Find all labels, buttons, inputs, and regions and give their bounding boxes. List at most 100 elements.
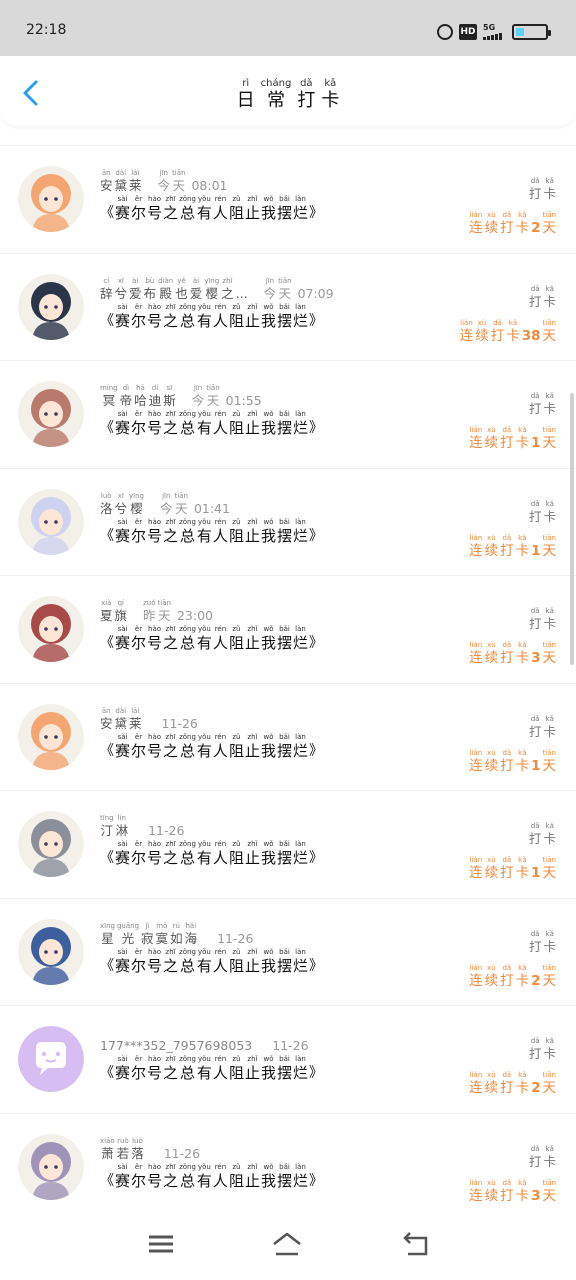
- name-char: dì 帝: [120, 383, 133, 409]
- user-name[interactable]: ān 安 dài 黛 lái 莱: [100, 168, 142, 194]
- streak-char: xù 续: [485, 963, 499, 989]
- pinyin: hào: [148, 302, 162, 311]
- name-char: rú 如: [170, 921, 183, 947]
- message-char: zhǐ 止: [245, 517, 260, 545]
- network-label: 5G: [483, 23, 496, 32]
- hanzi: 摆: [276, 634, 292, 652]
- user-name[interactable]: cí 辞 xī 兮 ài 爱 bù 布 diàn 殿 yě 也 ài 爱 yīng 樱 zhī 之...: [100, 276, 248, 302]
- name-char: hǎi 海: [185, 921, 198, 947]
- hanzi: 黛: [114, 715, 128, 731]
- hanzi: 天: [542, 1187, 557, 1204]
- home-button[interactable]: [271, 1230, 303, 1258]
- user-name[interactable]: xià 夏 qí 旗: [100, 598, 127, 624]
- hanzi: 卡: [543, 1153, 556, 1169]
- hanzi: 我: [260, 204, 276, 222]
- checkin-status: dǎ 打 kǎ 卡 lián 连 xù 续 dǎ 打 kǎ 卡 1 tiān 天: [469, 714, 556, 774]
- hanzi: 号: [147, 741, 163, 760]
- pinyin: xiāo: [100, 1136, 115, 1145]
- open-bracket: 《: [100, 527, 114, 544]
- streak-days: 2: [531, 1080, 541, 1096]
- message-char: làn 烂: [293, 1162, 308, 1190]
- hanzi: 也: [175, 285, 188, 301]
- user-name[interactable]: xiāo 萧 ruò 若 luò 落: [100, 1136, 144, 1162]
- checkin-message: 《 sài 赛 ěr 尔 hào 号 zhī 之 zǒng 总 yǒu 有 rén 人 zǔ 阻 zhǐ 止 wǒ 我 b…: [100, 947, 323, 975]
- hanzi: 烂: [293, 311, 309, 330]
- message-char: làn 烂: [293, 302, 308, 330]
- avatar[interactable]: [18, 166, 84, 232]
- hanzi: 尔: [131, 956, 147, 975]
- user-name[interactable]: míng 冥 dì 帝 hā 哈 dí 迪 sī 斯: [100, 383, 176, 409]
- list-item[interactable]: ān 安 dài 黛 lái 莱 jīn 今 tiān 天 08:01 《 sài 赛 ěr 尔 hào 号 zh…: [0, 145, 576, 253]
- pinyin: sài: [117, 1162, 128, 1171]
- list-item[interactable]: ān 安 dài 黛 lái 莱 11-26 《 sài 赛 ěr 尔 hào 号 zhī 之 zǒng 总 yǒ…: [0, 682, 576, 791]
- message-char: ěr 尔: [131, 302, 146, 330]
- scrollbar[interactable]: [570, 393, 574, 665]
- avatar[interactable]: [18, 918, 84, 985]
- user-name[interactable]: luò 洛 xī 兮 yīng 樱: [100, 491, 144, 517]
- pinyin: zhǐ: [247, 195, 258, 203]
- hanzi: 续: [484, 1187, 499, 1204]
- hanzi: 总: [179, 311, 195, 330]
- hanzi: 人: [212, 956, 228, 975]
- message-char: sài 赛: [115, 624, 130, 652]
- pinyin: zhǐ: [247, 625, 258, 633]
- pinyin: zhī: [222, 276, 233, 285]
- list-item[interactable]: 177***352_7957698053 11-26 《 sài 赛 ěr 尔 hào 号 zh…: [0, 1005, 576, 1113]
- user-name[interactable]: 177***352_7957698053: [100, 1038, 252, 1054]
- pinyin: mò: [156, 921, 168, 930]
- pinyin: rú: [172, 921, 180, 930]
- list-item[interactable]: xiāo 萧 ruò 若 luò 落 11-26 《 sài 赛 ěr 尔 hào 号 zhī 之 zǒng 总…: [0, 1112, 576, 1221]
- hanzi: 天: [206, 393, 220, 408]
- hanzi: 天: [542, 757, 557, 774]
- name-char: lái 莱: [129, 706, 142, 732]
- pinyin: zǔ: [232, 302, 241, 311]
- message-char: sài 赛: [115, 517, 130, 545]
- message-char: rén 人: [213, 1162, 228, 1190]
- hanzi: 赛: [115, 849, 131, 867]
- hanzi: 摆: [276, 204, 292, 222]
- list-item[interactable]: luò 洛 xī 兮 yīng 樱 jīn 今 tiān 天 01:41 《 sài 赛 ěr 尔 hào 号 z…: [0, 467, 576, 576]
- hanzi: 哈: [134, 393, 147, 408]
- message-char: wǒ 我: [261, 517, 276, 545]
- list-item[interactable]: xīng 星 guāng 光 jì 寂 mò 寞 rú 如 hǎi 海 11-26 《 sài 赛 ěr 尔 hà…: [0, 897, 576, 1006]
- pinyin: zǔ: [232, 410, 241, 418]
- menu-button[interactable]: [145, 1230, 177, 1258]
- message-char: zǔ 阻: [229, 1054, 244, 1082]
- avatar[interactable]: [18, 1026, 84, 1092]
- avatar[interactable]: [18, 273, 84, 340]
- avatar[interactable]: [18, 703, 84, 770]
- checkin-time: 11-26: [158, 706, 198, 732]
- name-line: xīng 星 guāng 光 jì 寂 mò 寞 rú 如 hǎi 海 11-26: [100, 919, 323, 947]
- pinyin: ěr: [134, 302, 143, 311]
- user-name[interactable]: tīng 汀 lín 淋: [100, 813, 128, 839]
- streak-char: tiān 天: [543, 748, 557, 774]
- message-char: sài 赛: [115, 302, 130, 330]
- pinyin: hào: [148, 517, 162, 526]
- avatar[interactable]: [18, 596, 84, 662]
- list-item[interactable]: tīng 汀 lín 淋 11-26 《 sài 赛 ěr 尔 hào 号 zhī 之 zǒng 总 yǒu 有…: [0, 790, 576, 898]
- list-item[interactable]: míng 冥 dì 帝 hā 哈 dí 迪 sī 斯 jīn 今 tiān 天 01:55 《 sài 赛 ěr 尔…: [0, 360, 576, 468]
- user-name[interactable]: xīng 星 guāng 光 jì 寂 mò 寞 rú 如 hǎi 海: [100, 921, 197, 947]
- user-name[interactable]: ān 安 dài 黛 lái 莱: [100, 706, 142, 732]
- pinyin: luò: [132, 1136, 143, 1145]
- list-item[interactable]: cí 辞 xī 兮 ài 爱 bù 布 diàn 殿 yě 也 ài 爱 yīng 樱 zhī 之... jīn 今 t…: [0, 252, 576, 361]
- pinyin: kǎ: [518, 963, 527, 972]
- hanzi: 阻: [228, 204, 244, 222]
- message-char: hào 号: [147, 732, 162, 760]
- avatar[interactable]: [18, 488, 84, 555]
- open-bracket: 《: [100, 205, 114, 221]
- checkin-status: dǎ 打 kǎ 卡 lián 连 xù 续 dǎ 打 kǎ 卡 3 tiān 天: [469, 606, 556, 666]
- streak-char: tiān 天: [543, 640, 557, 666]
- avatar[interactable]: [18, 1133, 84, 1200]
- pinyin: wǒ: [263, 517, 274, 526]
- daka-char: dǎ 打: [529, 606, 542, 632]
- avatar[interactable]: [18, 381, 84, 447]
- open-bracket: 《: [100, 850, 114, 866]
- hanzi: 帝: [119, 393, 133, 408]
- hanzi: 卡: [515, 435, 530, 451]
- list-item[interactable]: xià 夏 qí 旗 zuó 昨 tiān 天 23:00 《 sài 赛 ěr 尔 hào 号 zhī 之 zǒ…: [0, 575, 576, 683]
- name-line: ān 安 dài 黛 lái 莱 11-26: [100, 704, 323, 732]
- back-nav-button[interactable]: [400, 1230, 432, 1258]
- avatar[interactable]: [18, 811, 84, 877]
- checkin-time: jīn 今 tiān 天 08:01: [158, 168, 228, 194]
